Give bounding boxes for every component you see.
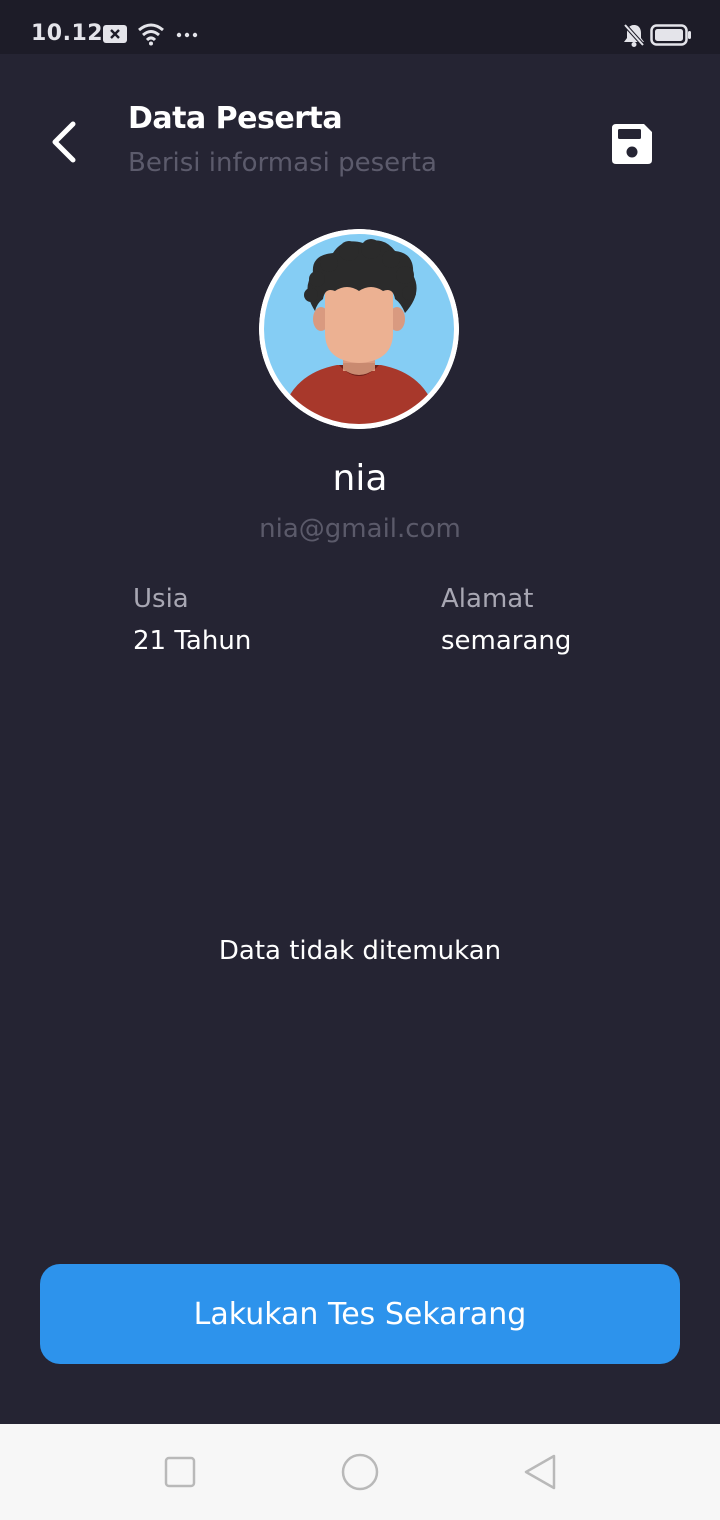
age-label: Usia xyxy=(133,584,189,614)
address-label: Alamat xyxy=(441,584,534,614)
empty-state-message: Data tidak ditemukan xyxy=(218,936,502,966)
more-dots-icon xyxy=(176,32,198,38)
save-button[interactable] xyxy=(604,116,660,172)
notification-x-icon xyxy=(103,25,127,43)
profile-name: nia xyxy=(332,458,388,499)
battery-icon xyxy=(650,24,691,46)
age-value: 21 Tahun xyxy=(133,626,252,656)
silent-bell-icon xyxy=(623,23,645,47)
participant-detail-screen: Data Peserta Berisi informasi peserta ni… xyxy=(0,54,720,1424)
system-nav-bar xyxy=(0,1424,720,1520)
back-button[interactable] xyxy=(40,114,90,170)
wifi-icon xyxy=(138,23,164,46)
address-value: semarang xyxy=(441,626,572,656)
page-title: Data Peserta xyxy=(128,101,343,136)
recents-square-icon[interactable] xyxy=(160,1452,200,1492)
start-test-button[interactable]: Lakukan Tes Sekarang xyxy=(40,1264,680,1364)
status-time: 10.12 xyxy=(31,21,104,46)
back-triangle-icon[interactable] xyxy=(520,1452,560,1492)
avatar-illustration xyxy=(259,229,459,429)
save-floppy-icon xyxy=(612,124,652,164)
home-circle-icon[interactable] xyxy=(340,1452,380,1492)
status-bar: 10.12 xyxy=(0,0,720,54)
chevron-left-icon xyxy=(52,121,76,163)
profile-email: nia@gmail.com xyxy=(259,514,461,544)
avatar xyxy=(259,229,459,429)
page-subtitle: Berisi informasi peserta xyxy=(128,148,437,178)
